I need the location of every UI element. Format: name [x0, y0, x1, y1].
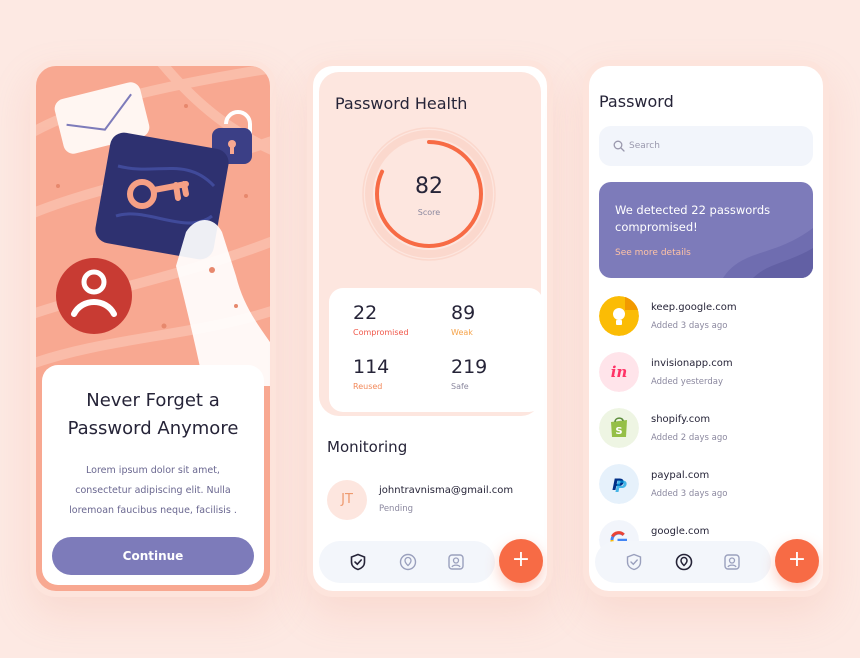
see-more-details-link[interactable]: See more details — [615, 248, 691, 258]
password-item-invision[interactable]: in invisionapp.com Added yesterday — [599, 352, 813, 394]
alert-message: We detected 22 passwords compromised! — [615, 203, 771, 234]
bottom-nav — [595, 541, 771, 583]
stat-value: 89 — [451, 302, 476, 324]
password-health-screen: Password Health 82 Score 22 Compromised … — [307, 60, 553, 597]
site-added-date: Added 3 days ago — [651, 321, 728, 331]
add-button[interactable]: + — [499, 539, 543, 583]
page-title: Password — [599, 92, 674, 111]
profile-icon[interactable] — [447, 553, 465, 571]
stat-weak[interactable]: 89 Weak — [451, 302, 541, 337]
health-panel: Password Health 82 Score 22 Compromised … — [319, 72, 543, 416]
shield-check-icon[interactable] — [349, 553, 367, 571]
stat-safe[interactable]: 219 Safe — [451, 356, 541, 391]
password-item-keep[interactable]: keep.google.com Added 3 days ago — [599, 296, 813, 338]
monitor-status: Pending — [379, 504, 413, 514]
shield-check-icon[interactable] — [625, 553, 643, 571]
stat-label: Compromised — [353, 328, 409, 337]
add-button[interactable]: + — [775, 539, 819, 583]
stat-value: 219 — [451, 356, 488, 378]
stat-compromised[interactable]: 22 Compromised — [353, 302, 443, 337]
monitoring-item[interactable]: JT johntravnisma@gmail.com Pending — [327, 480, 537, 520]
site-name: keep.google.com — [651, 302, 737, 313]
password-item-shopify[interactable]: S shopify.com Added 2 days ago — [599, 408, 813, 450]
search-icon — [613, 140, 625, 152]
continue-button[interactable]: Continue — [52, 537, 254, 575]
monitor-email: johntravnisma@gmail.com — [379, 485, 514, 496]
google-keep-icon — [599, 296, 639, 336]
site-added-date: Added 2 days ago — [651, 433, 728, 443]
svg-text:P: P — [615, 477, 627, 496]
stat-label: Reused — [353, 382, 383, 391]
stats-card: 22 Compromised 89 Weak 114 Reused 219 Sa… — [329, 288, 543, 412]
shopify-icon: S — [599, 408, 639, 448]
search-input[interactable] — [629, 126, 799, 166]
password-item-paypal[interactable]: P P paypal.com Added 3 days ago — [599, 464, 813, 506]
stat-label: Weak — [451, 328, 473, 337]
score-value: 82 — [415, 174, 443, 199]
site-name: shopify.com — [651, 414, 711, 425]
svg-text:in: in — [611, 363, 628, 381]
password-list-screen: Password We detected 22 passwords compro… — [583, 60, 829, 597]
stat-reused[interactable]: 114 Reused — [353, 356, 443, 391]
site-added-date: Added 3 days ago — [651, 489, 728, 499]
site-added-date: Added yesterday — [651, 377, 724, 387]
onboarding-illustration — [36, 66, 270, 386]
stat-value: 114 — [353, 356, 390, 378]
site-name: paypal.com — [651, 470, 710, 481]
onboarding-title: Never Forget a Password Anymore — [67, 390, 239, 439]
monitoring-title: Monitoring — [327, 438, 408, 456]
site-name: google.com — [651, 526, 710, 537]
paypal-icon: P P — [599, 464, 639, 504]
onboarding-description: Lorem ipsum dolor sit amet, consectetur … — [69, 465, 237, 516]
site-name: invisionapp.com — [651, 358, 733, 369]
user-icon — [56, 258, 132, 334]
invision-icon: in — [599, 352, 639, 392]
search-bar[interactable] — [599, 126, 813, 166]
location-pin-icon[interactable] — [399, 553, 417, 571]
location-pin-icon[interactable] — [675, 553, 693, 571]
onboarding-card: Never Forget a Password Anymore Lorem ip… — [42, 365, 264, 585]
plus-icon: + — [511, 547, 531, 572]
score-label: Score — [417, 208, 441, 217]
plus-icon: + — [787, 547, 807, 572]
bottom-nav — [319, 541, 495, 583]
onboarding-screen: Never Forget a Password Anymore Lorem ip… — [30, 60, 276, 597]
stat-label: Safe — [451, 382, 469, 391]
page-title: Password Health — [335, 94, 468, 113]
avatar: JT — [327, 480, 367, 520]
profile-icon[interactable] — [723, 553, 741, 571]
compromised-alert-card[interactable]: We detected 22 passwords compromised! Se… — [599, 182, 813, 278]
svg-text:S: S — [615, 426, 622, 437]
score-gauge: 82 Score — [359, 124, 499, 264]
stat-value: 22 — [353, 302, 378, 324]
